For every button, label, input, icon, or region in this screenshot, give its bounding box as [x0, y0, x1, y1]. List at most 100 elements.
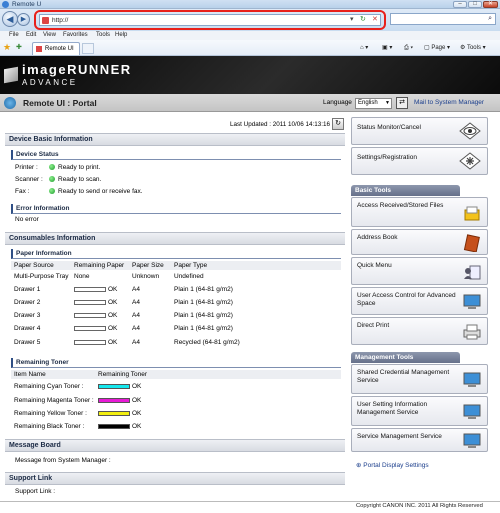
access-files-button[interactable]: Access Received/Stored Files — [351, 197, 488, 227]
paper-type: Plain 1 (64-81 g/m2) — [174, 325, 233, 332]
paper-source: Drawer 3 — [14, 312, 41, 319]
toner-table-header — [11, 370, 341, 379]
status-ok-icon — [49, 164, 55, 170]
address-book-button[interactable]: Address Book — [351, 229, 488, 255]
minimize-button[interactable]: – — [453, 1, 467, 8]
user-setting-info-button[interactable]: User Setting Information Management Serv… — [351, 396, 488, 426]
monitor-icon — [463, 294, 481, 309]
status-ok-icon — [49, 176, 55, 182]
address-bar-highlight: http:// ▾ ↻ ✕ — [34, 10, 386, 30]
basic-tools-heading: Basic Tools — [351, 185, 460, 196]
paper-remaining: None — [74, 273, 90, 280]
chevron-down-icon: ▼ — [385, 100, 390, 106]
paper-size: Unknown — [132, 273, 160, 280]
address-url[interactable]: http:// — [52, 16, 68, 25]
device-basic-info-heading: Device Basic Information — [5, 133, 345, 146]
feeds-icon[interactable]: ▣ ▾ — [382, 43, 392, 53]
printer-status: Ready to print. — [58, 164, 101, 171]
mail-to-system-manager-link[interactable]: Mail to System Manager — [414, 94, 484, 112]
menu-edit[interactable]: Edit — [26, 31, 36, 40]
black-toner-bar — [98, 424, 130, 429]
language-select[interactable]: English ▼ — [355, 98, 392, 109]
paper-level-bar — [74, 340, 106, 345]
back-button[interactable]: ◀ — [2, 11, 18, 27]
paper-size: A4 — [132, 286, 140, 293]
paper-remaining: OK — [108, 286, 118, 293]
monitor-icon — [463, 404, 481, 419]
refresh-button[interactable]: ↻ — [332, 118, 344, 130]
add-favorite-icon[interactable]: ✚ — [16, 43, 22, 53]
page-menu-button[interactable]: ▢ Page ▾ — [424, 43, 450, 53]
home-icon[interactable]: ⌂ ▾ — [360, 43, 368, 53]
management-tools-heading: Management Tools — [351, 352, 460, 363]
stop-icon[interactable]: ✕ — [372, 15, 378, 25]
menu-tools[interactable]: Tools — [96, 31, 110, 40]
copyright-text: Copyright CANON INC. 2011 All Rights Res… — [356, 503, 483, 509]
navigation-bar: ◀ ▶ http:// ▾ ↻ ✕ ⌕ — [0, 9, 500, 31]
paper-type: Recycled (64-81 g/m2) — [174, 339, 240, 346]
paper-size: A4 — [132, 299, 140, 306]
paper-source: Drawer 1 — [14, 286, 41, 293]
new-tab-button[interactable] — [82, 43, 94, 54]
scanner-status: Ready to scan. — [58, 176, 102, 183]
cyan-toner-bar — [98, 384, 130, 389]
paper-level-bar — [74, 287, 106, 292]
printer-label: Printer : — [15, 164, 38, 171]
service-management-button[interactable]: Service Management Service — [351, 428, 488, 452]
brand-subtitle: ADVANCE — [22, 78, 78, 87]
support-link-heading: Support Link — [5, 472, 345, 485]
favorites-star-icon[interactable]: ★ — [3, 42, 11, 53]
message-board-heading: Message Board — [5, 439, 345, 452]
portal-header: Remote UI : Portal Language English ▼ ⇄ M… — [0, 94, 500, 112]
paper-type: Plain 1 (64-81 g/m2) — [174, 312, 233, 319]
paper-level-bar — [74, 326, 106, 331]
address-dropdown-icon[interactable]: ▾ — [350, 15, 354, 25]
refresh-icon[interactable]: ↻ — [360, 15, 366, 25]
fax-label: Fax : — [15, 188, 30, 195]
last-updated: Last Updated : 2011 10/06 14:13:16 — [230, 121, 331, 128]
language-apply-button[interactable]: ⇄ — [396, 97, 408, 109]
paper-col-source: Paper Source — [14, 262, 54, 269]
maximize-button[interactable]: □ — [468, 1, 482, 8]
scanner-label: Scanner : — [15, 176, 43, 183]
user-access-control-button[interactable]: User Access Control for Advanced Space — [351, 287, 488, 315]
paper-source: Multi-Purpose Tray — [14, 273, 69, 280]
toner-name: Remaining Yellow Toner : — [14, 410, 87, 417]
toner-col-item: Item Name — [14, 371, 46, 378]
portal-display-settings-link[interactable]: ⊕ Portal Display Settings — [356, 462, 429, 470]
close-window-button[interactable]: ✕ — [483, 1, 498, 8]
page-icon — [42, 17, 49, 24]
status-monitor-button[interactable]: Status Monitor/Cancel — [351, 117, 488, 145]
menu-favorites[interactable]: Favorites — [63, 31, 88, 40]
tools-menu-button[interactable]: ⚙ Tools ▾ — [460, 43, 486, 53]
address-bar[interactable]: http:// ▾ ↻ ✕ — [39, 14, 381, 26]
language-label: Language — [323, 99, 352, 106]
tab-remote-ui[interactable]: Remote UI — [32, 42, 80, 55]
settings-registration-button[interactable]: Settings/Registration — [351, 147, 488, 175]
menu-help[interactable]: Help — [115, 31, 127, 40]
shared-credential-button[interactable]: Shared Credential Management Service — [351, 364, 488, 394]
paper-source: Drawer 5 — [14, 339, 41, 346]
menu-view[interactable]: View — [43, 31, 56, 40]
menu-file[interactable]: File — [9, 31, 19, 40]
settings-icon — [459, 152, 481, 170]
paper-remaining: OK — [108, 325, 118, 332]
print-icon[interactable]: ⎙ ▾ — [404, 43, 413, 53]
paper-remaining: OK — [108, 299, 118, 306]
direct-print-button[interactable]: Direct Print — [351, 317, 488, 345]
search-icon[interactable]: ⌕ — [488, 14, 492, 24]
browser-search-input[interactable]: ⌕ — [390, 13, 496, 25]
quick-menu-icon — [464, 265, 481, 280]
toner-name: Remaining Black Toner : — [14, 423, 85, 430]
browser-title-bar: Remote U – □ ✕ — [0, 0, 500, 9]
device-status-heading: Device Status — [11, 150, 341, 160]
forward-button[interactable]: ▶ — [17, 13, 30, 26]
paper-size: A4 — [132, 312, 140, 319]
window-title: Remote U — [12, 1, 42, 8]
remaining-toner-heading: Remaining Toner — [11, 358, 341, 368]
quick-menu-button[interactable]: Quick Menu — [351, 257, 488, 285]
brand-banner: imageRUNNER ADVANCE — [0, 56, 500, 94]
toner-status: OK — [132, 383, 142, 390]
tab-label: Remote UI — [45, 46, 74, 52]
status-eye-icon — [459, 122, 481, 140]
